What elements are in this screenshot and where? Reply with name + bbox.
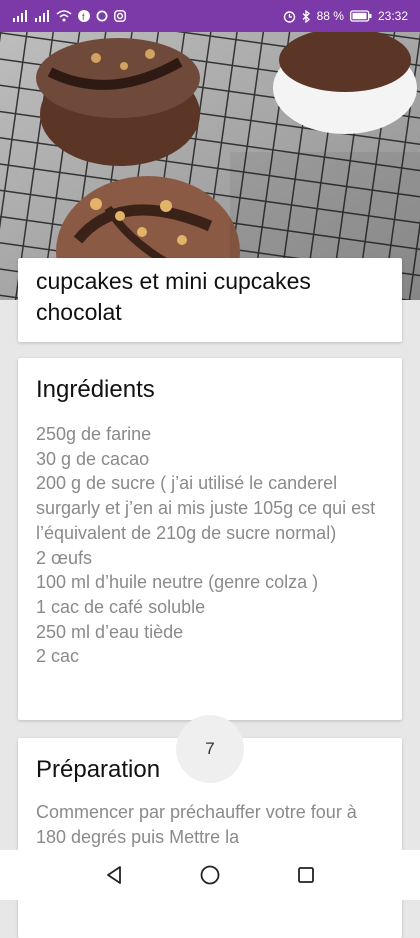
- signal-icon: [35, 10, 49, 22]
- fab-label: 7: [205, 739, 215, 758]
- recipe-title: cupcakes et mini cupcakes chocolat: [36, 268, 311, 325]
- signal-icon: [13, 10, 27, 22]
- back-icon: [107, 866, 121, 884]
- battery-icon: [350, 10, 372, 22]
- battery-percent: 88 %: [316, 9, 344, 23]
- preparation-text: Commencer par préchauffer votre four à 1…: [36, 802, 357, 847]
- ingredients-list: 250g de farine 30 g de cacao 200 g de su…: [36, 422, 384, 669]
- ingredient-item: 30 g de cacao: [36, 448, 150, 469]
- ingredient-item: 100 ml d’huile neutre (genre colza ): [36, 572, 319, 593]
- ingredients-heading: Ingrédients: [36, 376, 155, 403]
- ingredient-item: 2 cac: [36, 646, 80, 667]
- bluetooth-icon: [302, 9, 310, 23]
- floating-action-button[interactable]: 7: [176, 715, 244, 783]
- facebook-icon: f: [78, 10, 90, 22]
- recents-button[interactable]: [293, 862, 319, 888]
- clock: 23:32: [377, 9, 408, 23]
- ingredient-item: 250g de farine: [36, 424, 152, 444]
- ingredients-card: Ingrédients 250g de farine 30 g de cacao…: [18, 358, 402, 720]
- back-button[interactable]: [101, 862, 127, 888]
- navigation-bar: [0, 850, 420, 900]
- alarm-icon: [283, 10, 295, 23]
- wifi-icon: [56, 10, 72, 22]
- ingredient-item: 1 cac de café soluble: [36, 596, 206, 617]
- ingredient-item: 250 ml d’eau tiède: [36, 621, 184, 642]
- recipe-title-card: cupcakes et mini cupcakes chocolat: [18, 258, 402, 342]
- status-bar: f 88 % 23:32: [0, 0, 420, 32]
- camera-icon: [114, 10, 126, 22]
- o-icon: [96, 10, 108, 22]
- home-button[interactable]: [197, 862, 223, 888]
- recents-icon: [298, 867, 314, 883]
- ingredient-item: 2 œufs: [36, 547, 93, 568]
- ingredient-item: 200 g de sucre ( j’ai utilisé le candere…: [36, 473, 376, 543]
- home-icon: [200, 865, 220, 885]
